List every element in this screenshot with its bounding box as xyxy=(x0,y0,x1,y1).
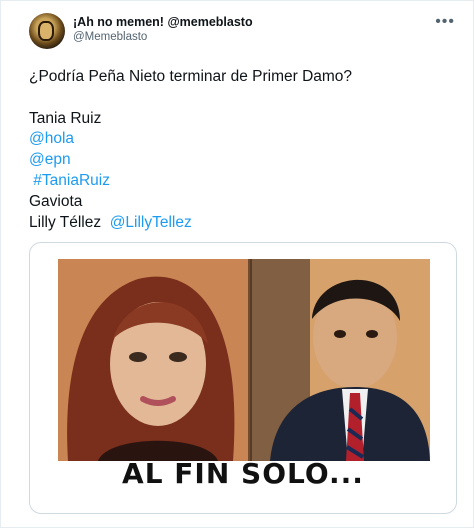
tweet-line-text: Lilly Téllez xyxy=(29,213,110,231)
tweet-text: ¿Podría Peña Nieto terminar de Primer Da… xyxy=(29,67,459,233)
more-options-icon[interactable]: ••• xyxy=(435,13,455,31)
meme-caption: AL FIN SOLO... xyxy=(122,457,364,490)
meme-photo[interactable] xyxy=(58,259,430,461)
tweet-line: ¿Podría Peña Nieto terminar de Primer Da… xyxy=(29,68,353,85)
mention-link[interactable]: @epn xyxy=(29,150,459,171)
meme-photo-left xyxy=(58,259,250,461)
author-avatar[interactable] xyxy=(29,13,65,49)
photo-divider xyxy=(248,259,252,461)
mention-link[interactable]: @hola xyxy=(29,129,459,150)
author-block[interactable]: ¡Ah no memen! @memeblasto @Memeblasto xyxy=(73,15,253,43)
tweet-card[interactable]: ¡Ah no memen! @memeblasto @Memeblasto ••… xyxy=(0,0,474,528)
hashtag-link[interactable]: #TaniaRuiz xyxy=(29,171,459,192)
tweet-line: Gaviota xyxy=(29,192,83,210)
tweet-line-with-mention: Lilly Téllez @LillyTellez xyxy=(29,213,459,234)
author-handle[interactable]: @Memeblasto xyxy=(73,31,253,43)
media-attachment[interactable]: AL FIN SOLO... xyxy=(29,242,457,514)
mention-link[interactable]: @LillyTellez xyxy=(110,214,192,231)
tweet-line: Tania Ruiz xyxy=(29,109,102,127)
author-name[interactable]: ¡Ah no memen! @memeblasto xyxy=(73,15,253,29)
meme-photo-right xyxy=(250,259,430,461)
avatar-photo-icon xyxy=(38,21,54,41)
